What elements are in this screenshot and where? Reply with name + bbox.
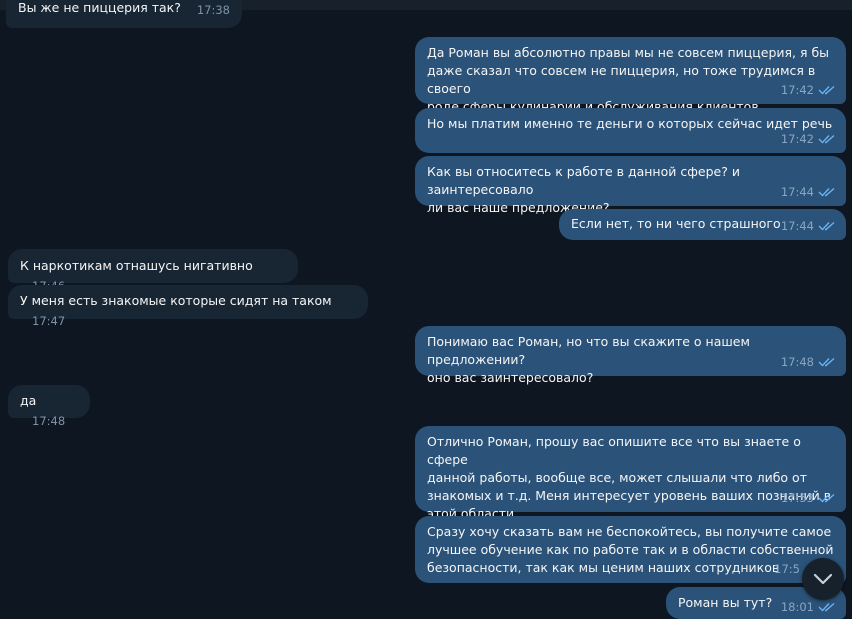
message-text: Если нет, то ни чего страшного xyxy=(571,216,781,231)
message-time: 17:48 xyxy=(32,414,66,428)
message-text: Сразу хочу сказать вам не беспокойтесь, … xyxy=(427,524,834,575)
message-outgoing[interactable]: Как вы относитесь к работе в данной сфер… xyxy=(415,156,846,215)
message-text: Да Роман вы абсолютно правы мы не совсем… xyxy=(427,45,830,114)
message-outgoing[interactable]: Но мы платим именно те деньги о которых … xyxy=(415,108,846,153)
message-outgoing[interactable]: Сразу хочу сказать вам не беспокойтесь, … xyxy=(415,516,846,583)
message-incoming[interactable]: Вы же не пиццерия так? 17:38 xyxy=(6,0,243,28)
message-outgoing[interactable]: Да Роман вы абсолютно правы мы не совсем… xyxy=(415,37,846,114)
message-incoming[interactable]: да 17:48 xyxy=(8,385,90,428)
message-text: У меня есть знакомые которые сидят на та… xyxy=(20,293,332,308)
double-check-icon xyxy=(818,602,835,612)
message-text: К наркотикам отнашусь нигативно xyxy=(20,258,253,273)
chevron-down-icon xyxy=(813,573,833,585)
message-text: Отлично Роман, прошу вас опишите все что… xyxy=(427,434,832,521)
message-text: Понимаю вас Роман, но что вы скажите о н… xyxy=(427,334,750,385)
message-outgoing[interactable]: Понимаю вас Роман, но что вы скажите о н… xyxy=(415,326,846,385)
message-time: 17:44 xyxy=(780,185,814,199)
message-outgoing[interactable]: Отлично Роман, прошу вас опишите все что… xyxy=(415,426,846,521)
scroll-to-bottom-button[interactable] xyxy=(802,558,844,600)
double-check-icon xyxy=(818,221,835,231)
message-text: Роман вы тут? xyxy=(678,595,773,610)
double-check-icon xyxy=(818,85,835,95)
message-text: Вы же не пиццерия так? xyxy=(18,0,181,15)
double-check-icon xyxy=(818,357,835,367)
message-time: 17:38 xyxy=(196,3,231,17)
message-time: 17:5 xyxy=(774,562,800,576)
message-time: 17:44 xyxy=(780,219,814,233)
double-check-icon xyxy=(818,493,835,503)
message-time: 17:42 xyxy=(780,83,814,97)
double-check-icon xyxy=(818,134,835,144)
message-time: 17:48 xyxy=(780,355,814,369)
message-incoming[interactable]: У меня есть знакомые которые сидят на та… xyxy=(8,285,368,328)
message-text: Но мы платим именно те деньги о которых … xyxy=(427,116,833,131)
double-check-icon xyxy=(818,187,835,197)
message-time: 17:53 xyxy=(780,491,814,505)
message-text: да xyxy=(20,393,37,408)
message-time: 17:47 xyxy=(32,314,66,328)
message-time: 18:01 xyxy=(780,600,814,614)
message-incoming[interactable]: К наркотикам отнашусь нигативно 17:46 xyxy=(8,249,298,293)
message-time: 17:42 xyxy=(780,132,814,146)
message-outgoing[interactable]: Если нет, то ни чего страшного 17:44 xyxy=(559,209,846,240)
